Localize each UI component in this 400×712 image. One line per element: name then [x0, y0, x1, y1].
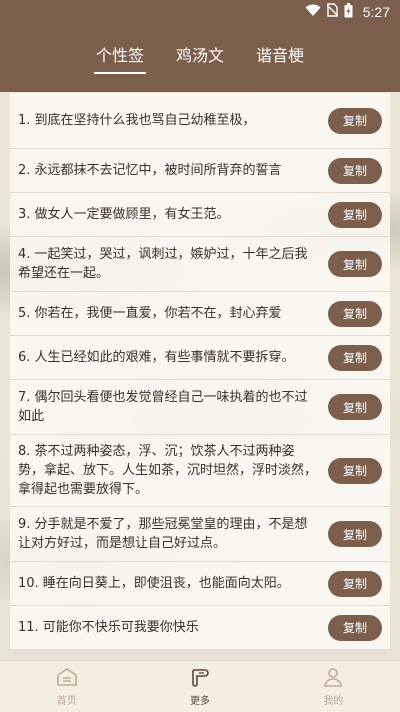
battery-icon	[344, 2, 353, 22]
nav-more[interactable]: 更多	[133, 661, 266, 712]
wifi-icon	[305, 4, 321, 21]
header: 5:27 个性签 鸡汤文 谐音梗	[0, 0, 400, 92]
list-item: 6. 人生已经如此的艰难，有些事情就不要拆穿。 复制	[10, 336, 390, 380]
copy-button[interactable]: 复制	[328, 157, 382, 184]
home-icon	[56, 667, 78, 692]
item-text: 10. 睡在向日葵上，即使沮丧，也能面向太阳。	[18, 576, 290, 591]
nav-home[interactable]: 首页	[0, 661, 133, 712]
copy-button[interactable]: 复制	[328, 614, 382, 641]
item-text: 11. 可能你不快乐可我要你快乐	[18, 620, 199, 635]
copy-button[interactable]: 复制	[328, 107, 382, 134]
tab-signature[interactable]: 个性签	[80, 42, 160, 74]
nav-more-label: 更多	[189, 695, 210, 707]
item-text: 7. 偶尔回头看便也发觉曾经自己一味执着的也不过如此	[18, 390, 308, 424]
copy-button[interactable]: 复制	[328, 300, 382, 327]
tab-chicken-soup[interactable]: 鸡汤文	[160, 42, 240, 74]
list-item: 8. 茶不过两种姿态，浮、沉；饮茶人不过两种姿势，拿起、放下。人生如茶，沉时坦然…	[10, 435, 390, 507]
bottom-nav: 首页 更多 我的	[0, 660, 400, 712]
nav-mine-label: 我的	[323, 695, 344, 707]
list-item: 4. 一起笑过，哭过，讽刺过，嫉妒过，十年之后我希望还在一起。 复制	[10, 237, 390, 292]
copy-button[interactable]: 复制	[328, 521, 382, 547]
copy-button[interactable]: 复制	[328, 570, 382, 597]
item-text: 9. 分手就是不爱了，那些冠冕堂皇的理由，不是想让对方好过，而是想让自己好过点。	[18, 517, 308, 551]
copy-button[interactable]: 复制	[328, 457, 382, 484]
tab-pun[interactable]: 谐音梗	[240, 42, 320, 74]
person-icon	[322, 667, 344, 692]
list-item: 2. 永远都抹不去记忆中，被时间所背弃的誓言 复制	[10, 149, 390, 193]
scroll-icon	[189, 667, 211, 692]
nav-mine[interactable]: 我的	[267, 661, 400, 712]
item-text: 3. 做女人一定要做顾里，有女王范。	[18, 207, 230, 222]
item-text: 4. 一起笑过，哭过，讽刺过，嫉妒过，十年之后我希望还在一起。	[18, 247, 308, 281]
item-text: 6. 人生已经如此的艰难，有些事情就不要拆穿。	[18, 350, 295, 365]
tab-bar: 个性签 鸡汤文 谐音梗	[0, 42, 400, 74]
list-item: 11. 可能你不快乐可我要你快乐 复制	[10, 606, 390, 650]
status-time: 5:27	[362, 4, 390, 20]
copy-button[interactable]: 复制	[328, 344, 382, 371]
list-item: 10. 睡在向日葵上，即使沮丧，也能面向太阳。 复制	[10, 562, 390, 606]
item-text: 8. 茶不过两种姿态，浮、沉；饮茶人不过两种姿势，拿起、放下。人生如茶，沉时坦然…	[18, 444, 318, 497]
status-bar: 5:27	[0, 0, 400, 24]
list-item: 3. 做女人一定要做顾里，有女王范。 复制	[10, 193, 390, 237]
quote-list: 1. 到底在坚持什么我也骂自己幼稚至极， 复制 2. 永远都抹不去记忆中，被时间…	[10, 93, 390, 650]
no-sim-icon	[326, 3, 339, 21]
list-item: 1. 到底在坚持什么我也骂自己幼稚至极， 复制	[10, 93, 390, 149]
list-item: 9. 分手就是不爱了，那些冠冕堂皇的理由，不是想让对方好过，而是想让自己好过点。…	[10, 507, 390, 562]
list-item: 7. 偶尔回头看便也发觉曾经自己一味执着的也不过如此 复制	[10, 380, 390, 435]
item-text: 1. 到底在坚持什么我也骂自己幼稚至极，	[18, 113, 256, 128]
copy-button[interactable]: 复制	[328, 201, 382, 228]
nav-home-label: 首页	[56, 695, 77, 707]
item-text: 5. 你若在，我便一直爱，你若不在，封心弃爱	[18, 306, 282, 321]
list-item: 5. 你若在，我便一直爱，你若不在，封心弃爱 复制	[10, 292, 390, 336]
copy-button[interactable]: 复制	[328, 394, 382, 420]
copy-button[interactable]: 复制	[328, 251, 382, 277]
item-text: 2. 永远都抹不去记忆中，被时间所背弃的誓言	[18, 163, 282, 178]
